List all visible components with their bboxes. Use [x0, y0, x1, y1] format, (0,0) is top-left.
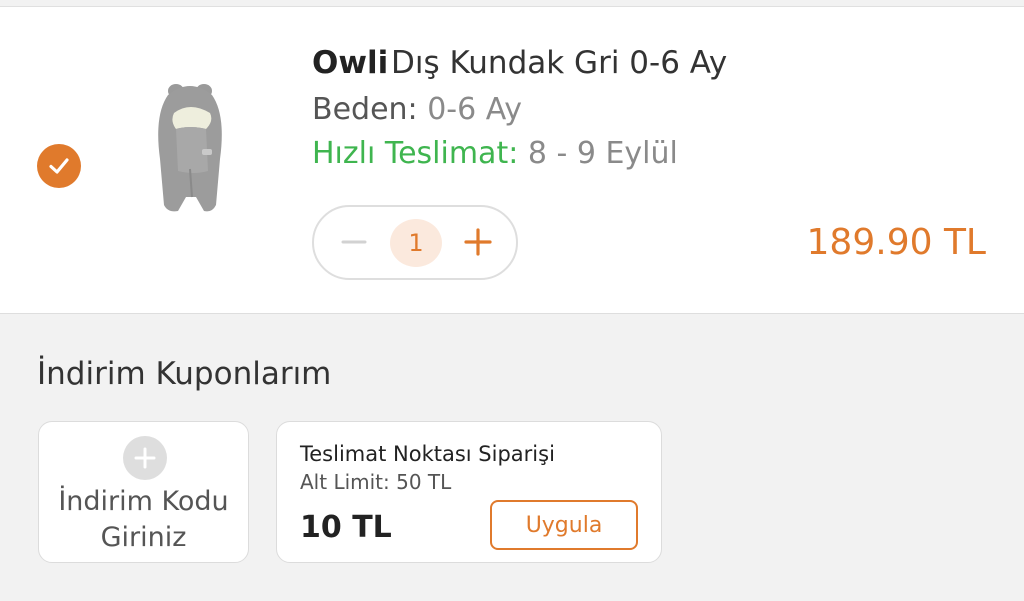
product-name[interactable]: Dış Kundak Gri 0-6 Ay — [391, 45, 727, 81]
delivery-label: Hızlı Teslimat: — [312, 136, 519, 171]
minus-icon — [341, 240, 367, 244]
product-size-row: Beden: 0-6 Ay — [312, 92, 522, 127]
quantity-value: 1 — [390, 219, 442, 267]
size-value: 0-6 Ay — [427, 92, 522, 127]
coupons-section-title: İndirim Kuponlarım — [37, 356, 332, 392]
coupon-name: Teslimat Noktası Siparişi — [300, 442, 555, 466]
coupon-min-limit: Alt Limit: 50 TL — [300, 470, 452, 494]
apply-coupon-button[interactable]: Uygula — [490, 500, 638, 550]
coupon-card: Teslimat Noktası Siparişi Alt Limit: 50 … — [276, 421, 662, 563]
delivery-date: 8 - 9 Eylül — [527, 136, 678, 171]
check-icon — [49, 158, 69, 174]
enter-discount-code-button[interactable]: İndirim Kodu Giriniz — [38, 421, 249, 563]
product-image[interactable] — [146, 79, 236, 239]
enter-discount-code-label: İndirim Kodu Giriniz — [58, 486, 229, 553]
cart-item-card: Owli Dış Kundak Gri 0-6 Ay Beden: 0-6 Ay… — [0, 6, 1024, 314]
delivery-row: Hızlı Teslimat: 8 - 9 Eylül — [312, 136, 678, 171]
product-brand[interactable]: Owli — [312, 45, 388, 81]
item-price: 189.90 TL — [806, 222, 986, 263]
cart-page: Owli Dış Kundak Gri 0-6 Ay Beden: 0-6 Ay… — [0, 0, 1024, 601]
item-select-checkbox[interactable] — [37, 144, 81, 188]
coupon-amount: 10 TL — [300, 510, 392, 545]
plus-icon — [464, 228, 492, 256]
plus-circle-icon — [123, 436, 167, 480]
size-label: Beden: — [312, 92, 418, 127]
quantity-stepper: 1 — [312, 205, 518, 280]
increase-quantity-button[interactable] — [460, 224, 496, 260]
decrease-quantity-button[interactable] — [336, 224, 372, 260]
